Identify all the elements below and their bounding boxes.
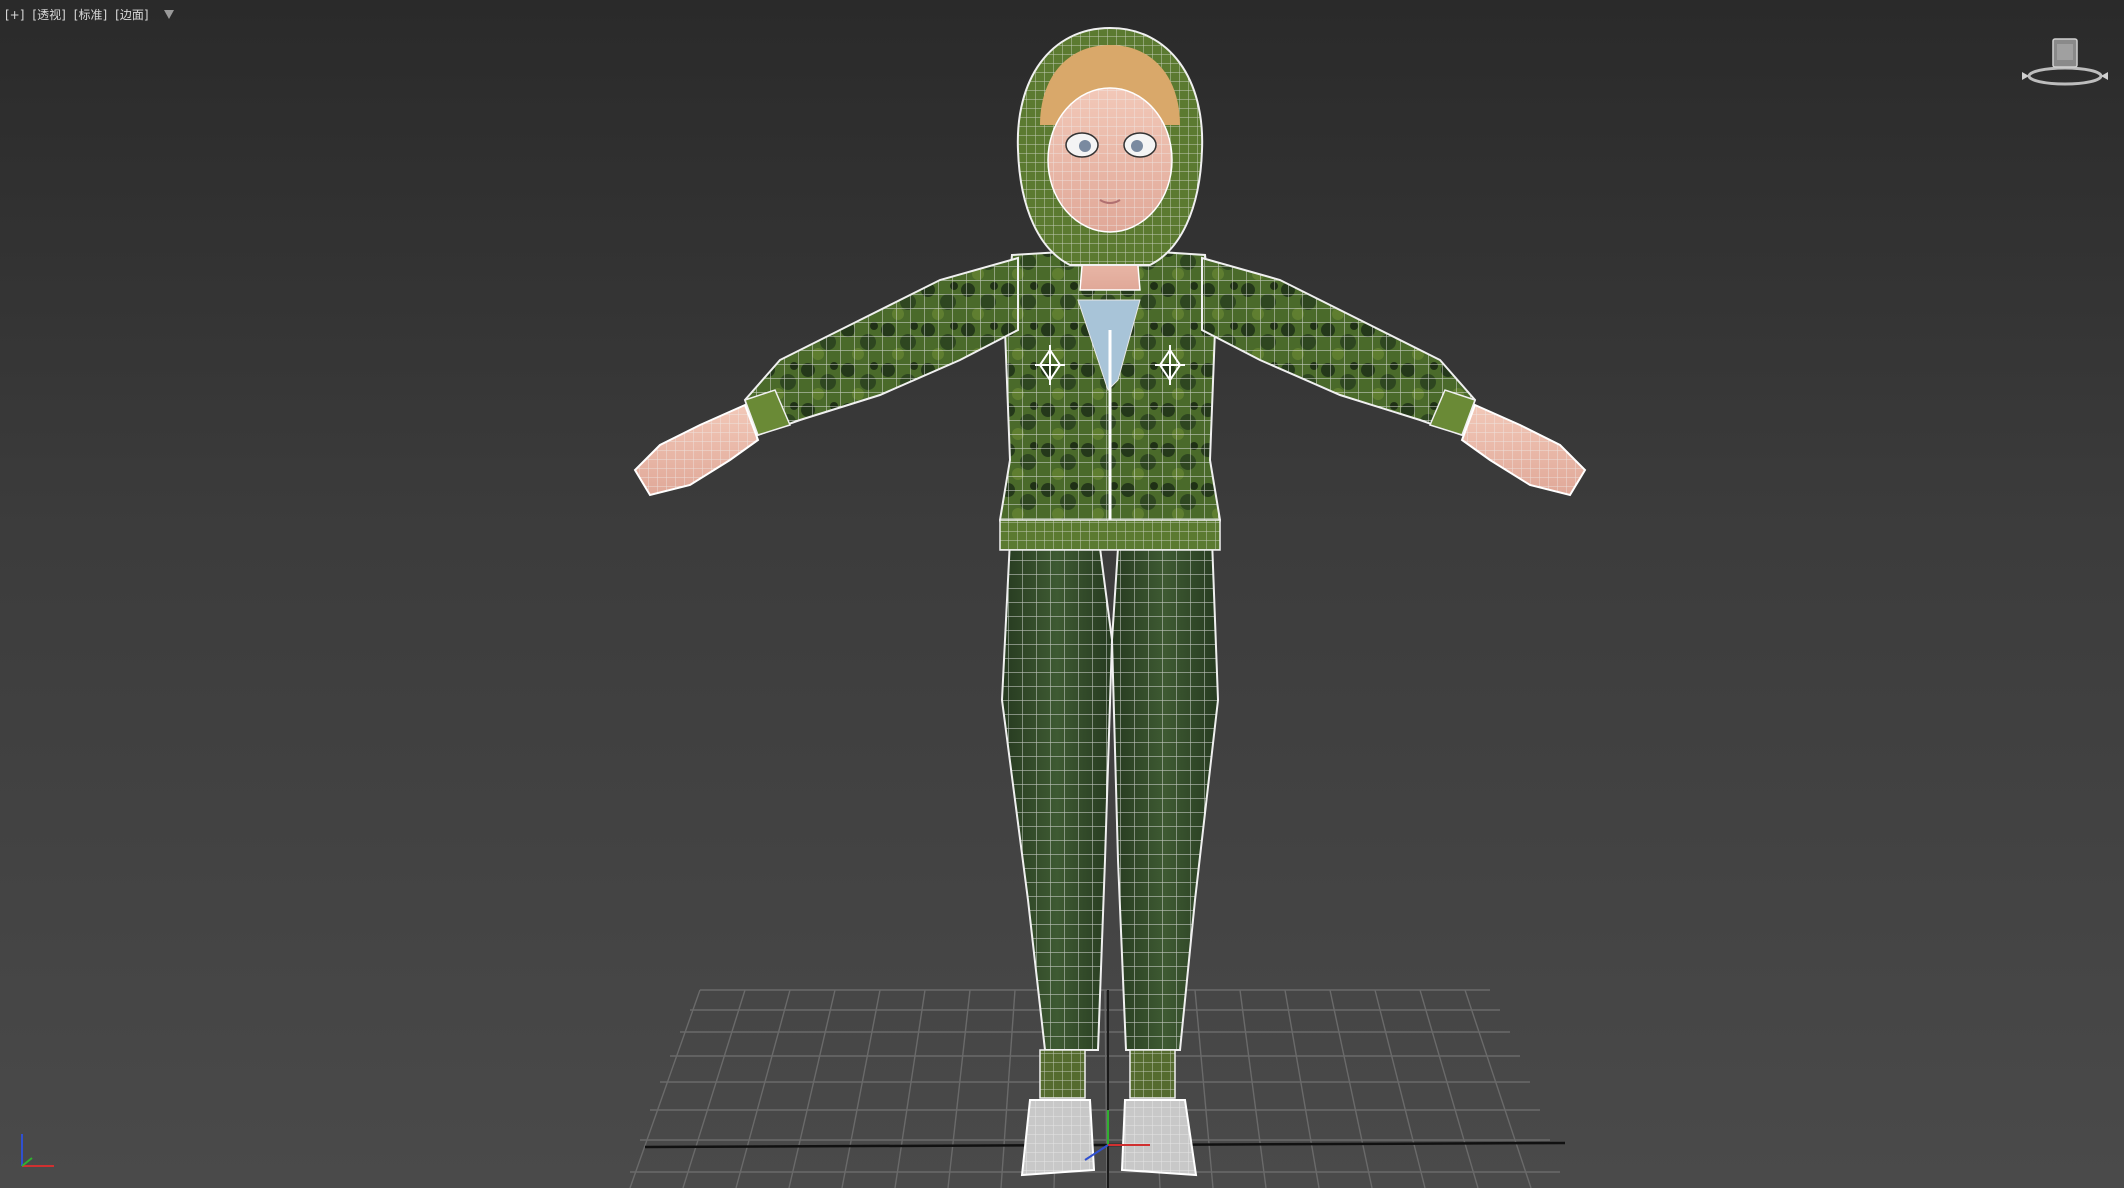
viewport-menu-standard[interactable]: [标准] bbox=[73, 6, 108, 23]
axis-tripod-icon bbox=[21, 1134, 54, 1167]
viewport-menu-perspective[interactable]: [透视] bbox=[31, 6, 66, 23]
viewport-menu-edged-faces[interactable]: [边面] bbox=[114, 6, 149, 23]
viewport-label-bar: [+] [透视] [标准] [边面] bbox=[4, 6, 174, 23]
viewcube-icon[interactable] bbox=[2020, 34, 2110, 90]
character-model[interactable] bbox=[633, 26, 1587, 1177]
model-head bbox=[1016, 26, 1204, 266]
model-jacket bbox=[998, 249, 1222, 551]
scene-canvas[interactable] bbox=[0, 0, 2124, 1188]
viewport-menu-plus[interactable]: [+] bbox=[4, 8, 25, 22]
perspective-viewport[interactable]: [+] [透视] [标准] [边面] bbox=[0, 0, 2124, 1188]
model-legs bbox=[1000, 538, 1220, 1099]
filter-icon[interactable] bbox=[163, 10, 174, 19]
